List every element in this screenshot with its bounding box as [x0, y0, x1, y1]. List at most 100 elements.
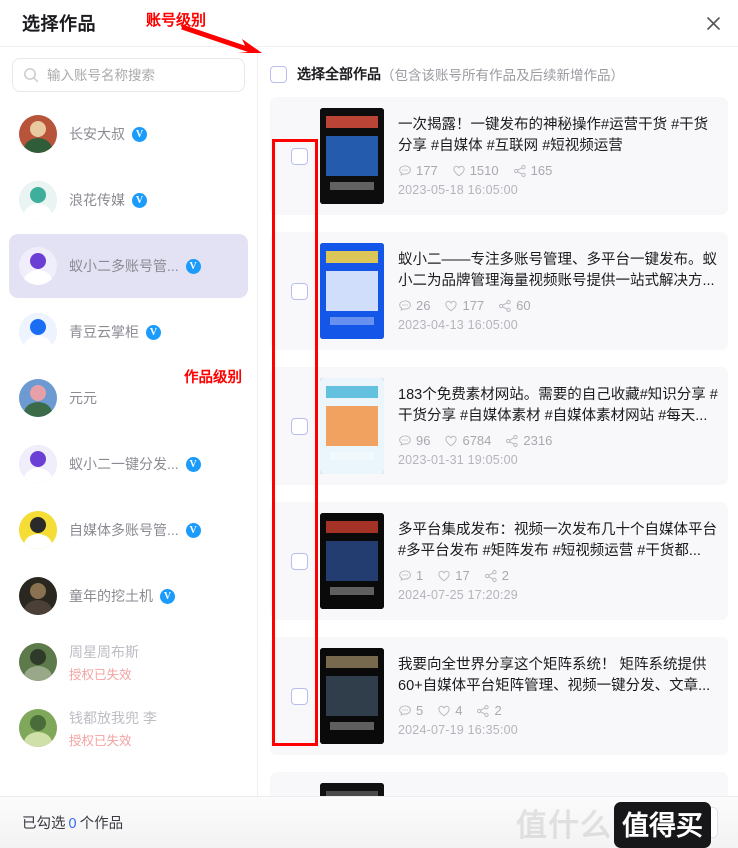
account-name: 自媒体多账号管...: [69, 522, 179, 538]
sidebar-account-item[interactable]: 自媒体多账号管... V: [9, 498, 248, 562]
like-stat: 6784: [444, 433, 491, 448]
work-card[interactable]: 我要向全世界分享这个矩阵系统！ 矩阵系统提供60+自媒体平台矩阵管理、视频一键分…: [270, 637, 728, 755]
work-info: 蚁小二——专注多账号管理、多平台一键发布。蚁小二为品牌管理海量视频账号提供一站式…: [398, 250, 718, 332]
sidebar-account-item[interactable]: 周星周布斯 授权已失效: [9, 630, 248, 694]
sidebar-account-item[interactable]: 蚁小二一键分发... V: [9, 432, 248, 496]
work-thumbnail: [320, 378, 384, 474]
share-count: 2: [501, 568, 509, 583]
work-card[interactable]: 蚁小二——专注多账号管理、多平台一键发布。蚁小二为品牌管理海量视频账号提供一站式…: [270, 232, 728, 350]
account-text: 浪花传媒 V: [69, 190, 238, 210]
work-checkbox-col: [278, 282, 320, 300]
avatar: [19, 445, 57, 483]
search-box[interactable]: [12, 58, 245, 92]
account-list[interactable]: 长安大叔 V 浪花传媒 V 蚁小二多账号管... V 青豆云掌柜 V 元元蚁小二一键分发... V…: [0, 98, 257, 796]
cancel-button[interactable]: 取消: [648, 807, 718, 838]
avatar: [19, 709, 57, 747]
sidebar-account-item[interactable]: 钱都放我兜 李授权已失效: [9, 696, 248, 760]
comment-icon: [398, 434, 412, 448]
work-checkbox[interactable]: [290, 417, 308, 435]
work-title: 183个免费素材网站。需要的自己收藏#知识分享 #干货分享 #自媒体素材 #自媒…: [398, 387, 718, 424]
share-icon: [484, 569, 498, 583]
work-card-partial[interactable]: [270, 772, 728, 796]
works-list[interactable]: 一次揭露！一键发布的神秘操作#运营干货 #干货分享 #自媒体 #互联网 #短视频…: [258, 97, 738, 796]
like-stat: 4: [437, 703, 462, 718]
work-info: 183个免费素材网站。需要的自己收藏#知识分享 #干货分享 #自媒体素材 #自媒…: [398, 385, 718, 467]
selected-count: 已勾选 0 个作品: [22, 812, 123, 833]
account-text: 钱都放我兜 李授权已失效: [69, 708, 238, 749]
account-expired-label: 授权已失效: [69, 733, 132, 748]
work-title: 蚁小二——专注多账号管理、多平台一键发布。蚁小二为品牌管理海量视频账号提供一站式…: [398, 252, 717, 289]
account-sidebar: 长安大叔 V 浪花传媒 V 蚁小二多账号管... V 青豆云掌柜 V 元元蚁小二一键分发... V…: [0, 47, 258, 796]
work-thumbnail: [320, 648, 384, 744]
comment-stat: 26: [398, 298, 430, 313]
search-icon: [23, 67, 39, 83]
close-icon[interactable]: [698, 8, 728, 38]
account-text: 蚁小二多账号管... V: [69, 256, 238, 276]
heart-icon: [437, 704, 451, 718]
sidebar-account-item[interactable]: 浪花传媒 V: [9, 168, 248, 232]
avatar: [19, 247, 57, 285]
sidebar-account-item[interactable]: 青豆云掌柜 V: [9, 300, 248, 364]
work-title: 多平台集成发布：视频一次发布几十个自媒体平台 #多平台发布 #矩阵发布 #短视频…: [398, 522, 717, 559]
work-date: 2023-05-18 16:05:00: [398, 183, 518, 197]
share-stat: 2: [476, 703, 502, 718]
select-all-row[interactable]: 选择全部作品 （包含该账号所有作品及后续新增作品）: [258, 47, 738, 97]
account-expired-label: 授权已失效: [69, 667, 132, 682]
heart-icon: [452, 164, 466, 178]
work-thumbnail: [320, 108, 384, 204]
work-card[interactable]: 183个免费素材网站。需要的自己收藏#知识分享 #干货分享 #自媒体素材 #自媒…: [270, 367, 728, 485]
modal-footer: 已勾选 0 个作品 取消: [0, 796, 738, 848]
account-text: 童年的挖土机 V: [69, 586, 238, 606]
share-stat: 2: [484, 568, 509, 583]
work-date: 2024-07-19 16:35:00: [398, 723, 518, 737]
comment-stat: 177: [398, 163, 438, 178]
account-name: 钱都放我兜 李: [69, 709, 157, 726]
share-stat: 165: [513, 163, 552, 178]
sidebar-account-item[interactable]: 童年的挖土机 V: [9, 564, 248, 628]
heart-icon: [444, 299, 458, 313]
page-title: 选择作品: [22, 14, 96, 34]
select-all-checkbox[interactable]: [270, 65, 287, 83]
share-stat: 60: [498, 298, 531, 313]
work-checkbox[interactable]: [290, 282, 308, 300]
work-checkbox[interactable]: [290, 552, 308, 570]
share-icon: [476, 704, 490, 718]
modal-body: 长安大叔 V 浪花传媒 V 蚁小二多账号管... V 青豆云掌柜 V 元元蚁小二一键分发... V…: [0, 47, 738, 796]
share-count: 2316: [523, 433, 553, 448]
sidebar-account-item[interactable]: 长安大叔 V: [9, 102, 248, 166]
work-checkbox[interactable]: [290, 687, 308, 705]
like-count: 17: [455, 568, 470, 583]
like-stat: 17: [437, 568, 470, 583]
comment-count: 1: [416, 568, 424, 583]
avatar: [19, 313, 57, 351]
work-stats: 1 17 2: [398, 568, 718, 583]
like-stat: 177: [444, 298, 484, 313]
search-input[interactable]: [47, 67, 234, 83]
comment-count: 177: [416, 163, 438, 178]
verified-badge-icon: V: [146, 324, 161, 340]
work-thumbnail: [320, 243, 384, 339]
verified-badge-icon: V: [160, 588, 175, 604]
share-icon: [505, 434, 519, 448]
select-all-note: （包含该账号所有作品及后续新增作品）: [381, 68, 624, 83]
share-count: 2: [494, 703, 502, 718]
work-checkbox[interactable]: [290, 147, 308, 165]
verified-badge-icon: V: [185, 456, 201, 472]
share-count: 60: [516, 298, 531, 313]
verified-badge-icon: V: [185, 258, 201, 274]
work-date: 2023-01-31 19:05:00: [398, 453, 518, 467]
work-stats: 26 177 60: [398, 298, 718, 313]
work-info: 一次揭露！一键发布的神秘操作#运营干货 #干货分享 #自媒体 #互联网 #短视频…: [398, 115, 718, 197]
work-date: 2024-07-25 17:20:29: [398, 588, 518, 602]
account-text: 周星周布斯 授权已失效: [69, 642, 238, 683]
account-name: 童年的挖土机: [69, 588, 153, 604]
like-count: 177: [462, 298, 485, 313]
sidebar-account-item[interactable]: 元元: [9, 366, 248, 430]
work-card[interactable]: 一次揭露！一键发布的神秘操作#运营干货 #干货分享 #自媒体 #互联网 #短视频…: [270, 97, 728, 215]
account-text: 元元: [69, 388, 238, 408]
comment-stat: 5: [398, 703, 423, 718]
work-thumbnail: [320, 783, 384, 796]
work-card[interactable]: 多平台集成发布：视频一次发布几十个自媒体平台 #多平台发布 #矩阵发布 #短视频…: [270, 502, 728, 620]
like-count: 1510: [469, 163, 499, 178]
sidebar-account-item[interactable]: 蚁小二多账号管... V: [9, 234, 248, 298]
